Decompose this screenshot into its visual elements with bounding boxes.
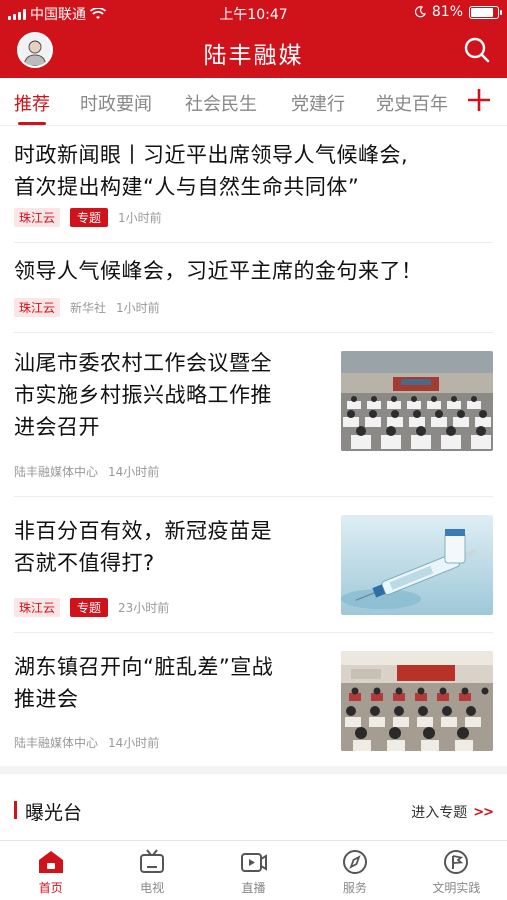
- article-time: 23小时前: [118, 601, 170, 615]
- active-tab-indicator: [18, 122, 46, 125]
- list-item[interactable]: 非百分百有效，新冠疫苗是 否就不值得打? 珠江云 专题 23小时前: [0, 497, 507, 633]
- vaccine-syringe-image[interactable]: [341, 515, 493, 615]
- source-tag: 珠江云: [14, 598, 61, 617]
- article-title: 湖东镇召开向“脏乱差”宣战 推进会: [14, 651, 329, 715]
- nav-home[interactable]: 首页: [0, 841, 101, 900]
- article-title: 汕尾市委农村工作会议暨全 市实施乡村振兴战略工作推 进会召开: [14, 347, 329, 443]
- app-title: 陆丰融媒: [203, 43, 304, 69]
- nav-label: 直播: [241, 881, 266, 895]
- status-bar: 中国联通 上午10:47 81%: [0, 0, 507, 26]
- title-line: 推进会: [14, 687, 79, 711]
- source-tag: 珠江云: [14, 298, 61, 317]
- battery-icon: [469, 5, 502, 19]
- topic-badge: 专题: [70, 208, 109, 227]
- article-meta: 珠江云 新华社 1小时前: [14, 298, 160, 317]
- article-time: 1小时前: [116, 301, 160, 315]
- topic-badge: 专题: [70, 598, 109, 617]
- list-item[interactable]: 时政新闻眼丨习近平出席领导人气候峰会, 首次提出构建“人与自然生命共同体” 珠江…: [0, 127, 507, 243]
- nav-label: 首页: [38, 881, 63, 895]
- title-line: 汕尾市委农村工作会议暨全: [14, 351, 272, 375]
- article-outlet: 新华社: [70, 301, 107, 315]
- nav-label: 文明实践: [432, 881, 481, 895]
- article-meta: 珠江云 专题 23小时前: [14, 598, 169, 617]
- nav-label: 服务: [342, 881, 367, 895]
- title-line: 否就不值得打?: [14, 551, 155, 575]
- exposure-section-header: 曝光台 进入专题 >>: [0, 774, 507, 840]
- article-source: 陆丰融媒体中心: [14, 736, 99, 750]
- tab-recommend[interactable]: 推荐: [14, 90, 50, 116]
- live-icon: [240, 853, 267, 872]
- section-gap: [0, 766, 507, 774]
- channel-tabs: 推荐 时政要闻 社会民生 党建行 党史百年: [0, 78, 507, 126]
- bottom-nav: 首页 电视 直播 服务 文明实践: [0, 840, 507, 900]
- compass-icon: [342, 850, 367, 874]
- article-time: 14小时前: [108, 465, 160, 479]
- double-arrow-icon: >>: [473, 804, 494, 820]
- article-meta: 陆丰融媒体中心 14小时前: [14, 463, 159, 480]
- article-meta: 陆丰融媒体中心 14小时前: [14, 734, 159, 751]
- article-time: 14小时前: [108, 736, 160, 750]
- moon-icon: [414, 6, 426, 18]
- nav-tv[interactable]: 电视: [101, 841, 202, 900]
- article-meta: 珠江云 专题 1小时前: [14, 208, 162, 227]
- tab-society[interactable]: 社会民生: [185, 90, 257, 116]
- battery-percent: 81%: [431, 4, 463, 20]
- title-line: 时政新闻眼丨习近平出席领导人气候峰会,: [14, 143, 409, 167]
- enter-topic-label: 进入专题: [411, 805, 468, 821]
- meeting-hall-image[interactable]: [341, 351, 493, 451]
- title-line: 非百分百有效，新冠疫苗是: [14, 519, 272, 543]
- article-title: 非百分百有效，新冠疫苗是 否就不值得打?: [14, 515, 329, 579]
- add-channel-icon[interactable]: [465, 86, 493, 114]
- tab-party-building[interactable]: 党建行: [291, 90, 345, 116]
- nav-service[interactable]: 服务: [304, 841, 405, 900]
- app-header: 中国联通 上午10:47 81% 陆丰融媒: [0, 0, 507, 78]
- tv-icon: [140, 849, 165, 873]
- meeting-room-image[interactable]: [341, 651, 493, 751]
- tab-party-history[interactable]: 党史百年: [376, 90, 448, 116]
- article-title: 时政新闻眼丨习近平出席领导人气候峰会, 首次提出构建“人与自然生命共同体”: [14, 139, 494, 203]
- section-accent-bar: [14, 801, 17, 819]
- list-item[interactable]: 领导人气候峰会，习近平主席的金句来了！ 珠江云 新华社 1小时前: [0, 243, 507, 333]
- article-title: 领导人气候峰会，习近平主席的金句来了！: [14, 255, 494, 287]
- title-line: 湖东镇召开向“脏乱差”宣战: [14, 655, 274, 679]
- section-title: 曝光台: [25, 802, 83, 824]
- title-bar: 陆丰融媒: [0, 26, 507, 78]
- tab-politics[interactable]: 时政要闻: [80, 90, 152, 116]
- article-time: 1小时前: [118, 211, 162, 225]
- list-item[interactable]: 湖东镇召开向“脏乱差”宣战 推进会 陆丰融媒体中心 14小时前: [0, 633, 507, 763]
- nav-label: 电视: [140, 881, 165, 895]
- title-line: 领导人气候峰会，习近平主席的金句来了！: [14, 259, 423, 283]
- home-icon: [38, 851, 63, 873]
- article-source: 陆丰融媒体中心: [14, 465, 99, 479]
- source-tag: 珠江云: [14, 208, 61, 227]
- title-line: 市实施乡村振兴战略工作推: [14, 383, 272, 407]
- search-icon[interactable]: [461, 34, 493, 66]
- title-line: 进会召开: [14, 415, 100, 439]
- nav-live[interactable]: 直播: [203, 841, 304, 900]
- title-line: 首次提出构建“人与自然生命共同体”: [14, 175, 360, 199]
- enter-topic-link[interactable]: 进入专题 >>: [411, 802, 494, 822]
- list-item[interactable]: 汕尾市委农村工作会议暨全 市实施乡村振兴战略工作推 进会召开 陆丰融媒体中心 1…: [0, 333, 507, 497]
- flag-icon: [444, 850, 469, 874]
- nav-civilization[interactable]: 文明实践: [406, 841, 507, 900]
